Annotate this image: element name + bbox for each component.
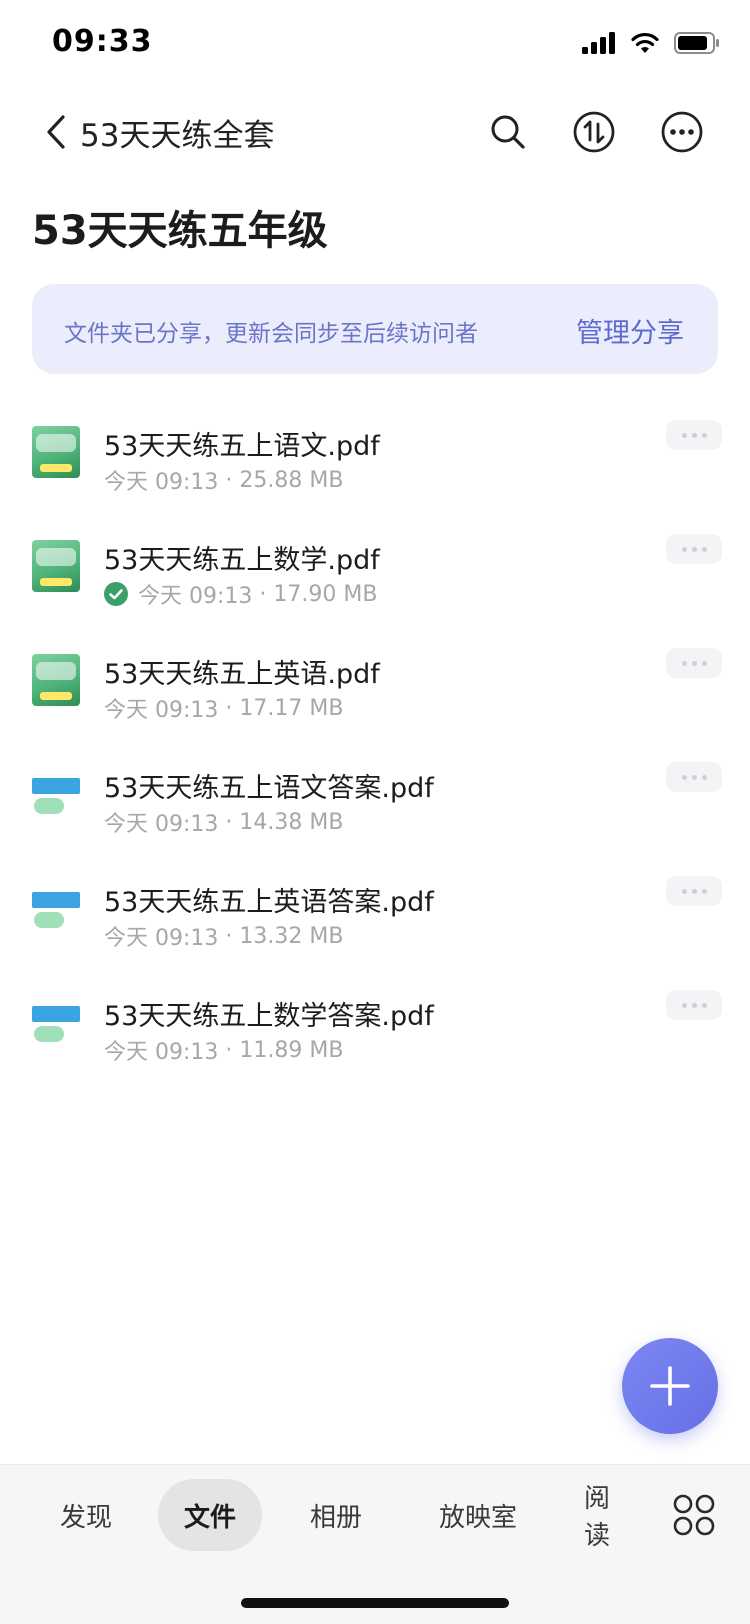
- file-thumbnail: [32, 882, 80, 934]
- file-meta: 今天 09:13 · 14.38 MB: [104, 806, 343, 838]
- file-meta: 今天 09:13 · 11.89 MB: [104, 1034, 343, 1066]
- wifi-icon: [631, 32, 659, 53]
- nav-title: 53天天练全套: [80, 118, 275, 154]
- file-name: 53天天练五上语文答案.pdf: [104, 773, 434, 804]
- share-banner: 文件夹已分享，更新会同步至后续访问者 管理分享: [32, 284, 718, 374]
- more-dots-icon: [681, 774, 687, 780]
- file-more-button[interactable]: [666, 534, 722, 564]
- file-meta: 今天 09:13 · 17.17 MB: [104, 692, 343, 724]
- sort-button[interactable]: [568, 106, 620, 158]
- plus-icon: [650, 1366, 690, 1406]
- nav-bar: 53天天练全套: [0, 92, 750, 172]
- file-thumbnail: [32, 426, 80, 478]
- file-list: 53天天练五上语文.pdf 今天 09:13 · 25.88 MB 53天天练五…: [0, 410, 750, 1094]
- meta-separator: ·: [218, 923, 240, 949]
- file-size: 17.90 MB: [273, 581, 378, 607]
- file-name: 53天天练五上语文.pdf: [104, 431, 380, 462]
- file-date: 今天 09:13: [138, 584, 253, 609]
- file-size: 11.89 MB: [239, 1037, 344, 1063]
- status-time: 09:33: [52, 24, 153, 59]
- file-size: 13.32 MB: [239, 923, 344, 949]
- file-more-button[interactable]: [666, 420, 722, 450]
- file-row[interactable]: 53天天练五上语文答案.pdf 今天 09:13 · 14.38 MB: [0, 752, 750, 866]
- back-button[interactable]: [30, 106, 80, 158]
- file-name: 53天天练五上数学答案.pdf: [104, 1001, 434, 1032]
- file-thumbnail: [32, 996, 80, 1048]
- tab-cinema[interactable]: 放映室: [428, 1479, 528, 1551]
- screen: 09:33 53天天练全套 53天天练五年级 文件夹已分享，更新会同步至后续访问…: [0, 0, 750, 1624]
- status-icons: [582, 32, 720, 54]
- tab-discover[interactable]: 发现: [46, 1479, 126, 1551]
- file-name: 53天天练五上数学.pdf: [104, 545, 380, 576]
- file-size: 25.88 MB: [239, 467, 344, 493]
- file-row[interactable]: 53天天练五上语文.pdf 今天 09:13 · 25.88 MB: [0, 410, 750, 524]
- meta-separator: ·: [252, 581, 274, 607]
- file-size: 14.38 MB: [239, 809, 344, 835]
- file-row[interactable]: 53天天练五上数学答案.pdf 今天 09:13 · 11.89 MB: [0, 980, 750, 1094]
- meta-separator: ·: [218, 809, 240, 835]
- status-bar: 09:33: [0, 0, 750, 90]
- more-dots-icon: [681, 1002, 687, 1008]
- page-title: 53天天练五年级: [32, 208, 328, 254]
- manage-share-link[interactable]: 管理分享: [576, 311, 684, 350]
- file-name: 53天天练五上英语.pdf: [104, 659, 380, 690]
- file-more-button[interactable]: [666, 876, 722, 906]
- more-button[interactable]: [656, 106, 708, 158]
- tab-fade: [612, 1485, 642, 1545]
- file-meta: 今天 09:13 · 25.88 MB: [104, 464, 343, 496]
- apps-grid-icon[interactable]: [672, 1493, 716, 1537]
- back-icon: [47, 115, 65, 149]
- file-row[interactable]: 53天天练五上数学.pdf 今天 09:13 · 17.90 MB: [0, 524, 750, 638]
- more-dots-icon: [681, 546, 687, 552]
- meta-separator: ·: [218, 1037, 240, 1063]
- meta-separator: ·: [218, 467, 240, 493]
- file-thumbnail: [32, 540, 80, 592]
- home-indicator: [241, 1598, 509, 1608]
- file-date: 今天 09:13: [104, 470, 219, 495]
- file-more-button[interactable]: [666, 762, 722, 792]
- check-circle-icon: [104, 582, 128, 606]
- file-more-button[interactable]: [666, 648, 722, 678]
- file-date: 今天 09:13: [104, 1040, 219, 1065]
- sort-icon: [573, 111, 615, 153]
- file-more-button[interactable]: [666, 990, 722, 1020]
- add-button[interactable]: [622, 1338, 718, 1434]
- tab-album[interactable]: 相册: [296, 1479, 376, 1551]
- file-date: 今天 09:13: [104, 812, 219, 837]
- meta-separator: ·: [218, 695, 240, 721]
- file-date: 今天 09:13: [104, 698, 219, 723]
- file-thumbnail: [32, 768, 80, 820]
- more-icon: [661, 111, 703, 153]
- more-dots-icon: [681, 660, 687, 666]
- file-row[interactable]: 53天天练五上英语.pdf 今天 09:13 · 17.17 MB: [0, 638, 750, 752]
- more-dots-icon: [681, 432, 687, 438]
- search-button[interactable]: [482, 106, 534, 158]
- file-thumbnail: [32, 654, 80, 706]
- file-date: 今天 09:13: [104, 926, 219, 951]
- file-meta: 今天 09:13 · 17.90 MB: [104, 578, 377, 610]
- file-meta: 今天 09:13 · 13.32 MB: [104, 920, 343, 952]
- search-icon: [491, 115, 525, 149]
- tab-files[interactable]: 文件: [158, 1479, 262, 1551]
- more-dots-icon: [681, 888, 687, 894]
- file-size: 17.17 MB: [239, 695, 344, 721]
- share-message: 文件夹已分享，更新会同步至后续访问者: [64, 321, 478, 347]
- signal-icon: [582, 32, 615, 54]
- file-name: 53天天练五上英语答案.pdf: [104, 887, 434, 918]
- file-row[interactable]: 53天天练五上英语答案.pdf 今天 09:13 · 13.32 MB: [0, 866, 750, 980]
- battery-icon: [674, 32, 719, 54]
